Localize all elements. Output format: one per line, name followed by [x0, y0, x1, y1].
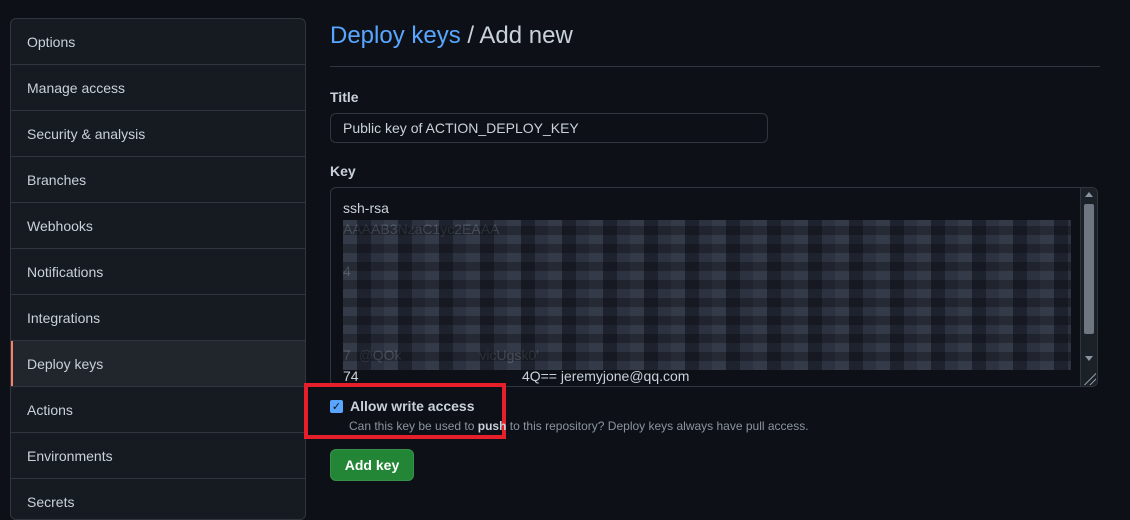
sidebar-item-label: Deploy keys: [27, 355, 104, 372]
scroll-thumb[interactable]: [1084, 204, 1094, 334]
sidebar-item-label: Security & analysis: [27, 125, 146, 142]
scroll-down-icon[interactable]: [1085, 356, 1093, 361]
key-textarea[interactable]: ssh-rsa AAAAB3NzaC1yc2EAAA 4 7 @QOk vicU…: [330, 187, 1098, 387]
main-content: Deploy keys / Add new Title Key ssh-rsa …: [330, 22, 1100, 387]
allow-write-help-text: Can this key be used to push to this rep…: [349, 419, 809, 433]
sidebar-item-label: Secrets: [27, 493, 75, 510]
help-suffix: to this repository? Deploy keys always h…: [506, 419, 809, 433]
sidebar-item-label: Branches: [27, 171, 87, 188]
sidebar-item-label: Manage access: [27, 79, 126, 96]
sidebar-item-security-analysis[interactable]: Security & analysis: [11, 111, 305, 157]
add-key-button[interactable]: Add key: [330, 449, 414, 481]
allow-write-checkbox[interactable]: ✓: [330, 399, 343, 413]
redacted-key-blur: [343, 220, 1071, 370]
settings-sidebar: Options Manage access Security & analysi…: [10, 18, 306, 520]
textarea-scrollbar[interactable]: [1080, 188, 1097, 386]
sidebar-item-label: Integrations: [27, 309, 101, 326]
title-label: Title: [330, 89, 359, 105]
sidebar-item-label: Webhooks: [27, 217, 93, 234]
help-bold: push: [477, 419, 507, 433]
page-title: Deploy keys / Add new: [330, 22, 1100, 67]
allow-write-label[interactable]: Allow write access: [350, 398, 475, 414]
sidebar-item-deploy-keys[interactable]: Deploy keys: [11, 341, 305, 387]
sidebar-item-label: Actions: [27, 401, 73, 418]
sidebar-item-label: Options: [27, 33, 76, 50]
sidebar-item-actions[interactable]: Actions: [11, 387, 305, 433]
help-prefix: Can this key be used to: [349, 419, 478, 433]
sidebar-item-options[interactable]: Options: [11, 19, 305, 65]
allow-write-row[interactable]: ✓ Allow write access: [330, 398, 475, 414]
sidebar-item-webhooks[interactable]: Webhooks: [11, 203, 305, 249]
sidebar-item-branches[interactable]: Branches: [11, 157, 305, 203]
breadcrumb-current: Add new: [479, 22, 573, 49]
key-label: Key: [330, 163, 356, 179]
sidebar-item-environments[interactable]: Environments: [11, 433, 305, 479]
resize-handle-icon[interactable]: [1084, 373, 1096, 385]
breadcrumb-deploy-keys-link[interactable]: Deploy keys: [330, 22, 461, 49]
sidebar-item-notifications[interactable]: Notifications: [11, 249, 305, 295]
sidebar-item-label: Environments: [27, 447, 113, 464]
sidebar-item-manage-access[interactable]: Manage access: [11, 65, 305, 111]
scroll-up-icon[interactable]: [1085, 192, 1093, 197]
title-input[interactable]: [330, 113, 768, 143]
sidebar-item-integrations[interactable]: Integrations: [11, 295, 305, 341]
sidebar-item-label: Notifications: [27, 263, 104, 280]
sidebar-item-secrets[interactable]: Secrets: [11, 479, 305, 519]
breadcrumb-separator: /: [460, 22, 480, 49]
